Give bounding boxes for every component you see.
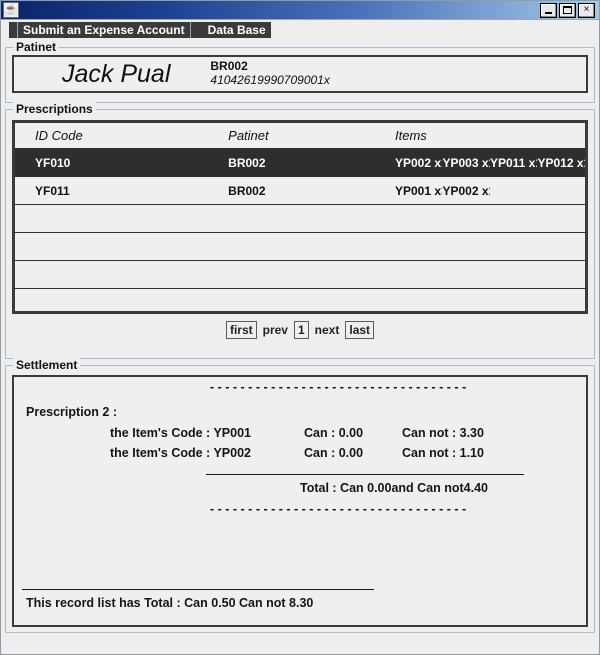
prescriptions-panel-title: Prescriptions <box>13 102 96 116</box>
item-code-label: the Item's Code : YP002 <box>110 446 251 460</box>
menu-item-submit-expense-account[interactable]: Submit an Expense Account <box>17 22 191 38</box>
cell-item: YP001 x3 <box>394 176 443 205</box>
prescriptions-table-frame: ID Code Patinet Items YF010 BR002 YP002 … <box>12 120 588 314</box>
cell-item <box>489 176 538 205</box>
table-row[interactable] <box>15 288 585 311</box>
pager-next-button[interactable]: next <box>314 322 341 338</box>
cell-item: YP002 x1 <box>394 148 443 177</box>
patient-identifiers: BR002 41042619990709001x <box>210 59 330 88</box>
menu-bar: Submit an Expense Account Data Base <box>1 20 599 41</box>
cell-patient: BR002 <box>228 148 395 177</box>
prescriptions-table: ID Code Patinet Items YF010 BR002 YP002 … <box>15 123 585 311</box>
table-row[interactable] <box>15 204 585 233</box>
column-header-items[interactable]: Items <box>394 123 585 149</box>
cell-patient: BR002 <box>228 176 395 205</box>
settlement-content: - - - - - - - - - - - - - - - - - - - - … <box>12 375 588 627</box>
cell-item: YP011 x1 <box>489 148 538 177</box>
column-header-patient[interactable]: Patinet <box>228 123 395 149</box>
record-total-divider <box>22 589 374 590</box>
patient-name: Jack Pual <box>62 59 171 88</box>
patient-panel-title: Patinet <box>13 40 60 54</box>
cell-item <box>537 176 585 205</box>
cell-item: YP003 x1 <box>442 148 490 177</box>
minimize-button[interactable] <box>540 2 557 18</box>
table-row[interactable]: YF010 BR002 YP002 x1 YP003 x1 YP011 x1 Y… <box>15 148 585 177</box>
column-header-id-code[interactable]: ID Code <box>15 123 229 149</box>
application-window: ☕ × Submit an Expense Account Data Base … <box>0 0 600 655</box>
table-header-row: ID Code Patinet Items <box>15 123 585 149</box>
patient-panel: Patinet Jack Pual BR002 4104261999070900… <box>5 40 595 103</box>
item-can-value: Can : 0.00 <box>304 446 364 460</box>
pager-last-button[interactable]: last <box>345 321 375 339</box>
table-row[interactable] <box>15 260 585 289</box>
table-row[interactable] <box>15 232 585 261</box>
window-controls: × <box>540 2 597 18</box>
patient-id-number: 41042619990709001x <box>210 73 330 87</box>
item-code-label: the Item's Code : YP001 <box>110 426 251 440</box>
menu-strip: Submit an Expense Account Data Base <box>9 22 271 38</box>
prescriptions-table-body: YF010 BR002 YP002 x1 YP003 x1 YP011 x1 Y… <box>15 148 585 311</box>
pagination-controls: first prev 1 next last <box>12 321 588 339</box>
item-can-not-value: Can not : 3.30 <box>402 426 484 440</box>
pager-prev-button[interactable]: prev <box>262 322 289 338</box>
prescription-total: Total : Can 0.00and Can not4.40 <box>300 481 489 495</box>
cell-item: YP012 x1 <box>537 148 585 177</box>
menu-separator <box>190 22 203 38</box>
settlement-panel-title: Settlement <box>13 358 81 372</box>
prescriptions-panel: Prescriptions ID Code Patinet Items YF01… <box>5 102 595 359</box>
patient-code: BR002 <box>210 59 248 74</box>
settlement-panel: Settlement - - - - - - - - - - - - - - -… <box>5 358 595 633</box>
record-list-total: This record list has Total : Can 0.50 Ca… <box>26 596 314 610</box>
item-can-not-value: Can not : 1.10 <box>402 446 484 460</box>
menu-item-data-base[interactable]: Data Base <box>203 22 271 38</box>
prescription-heading: Prescription 2 : <box>26 405 117 419</box>
close-icon: × <box>583 4 590 15</box>
item-can-value: Can : 0.00 <box>304 426 364 440</box>
cell-item: YP002 x1 <box>442 176 490 205</box>
total-divider <box>206 474 524 475</box>
cell-id-code: YF011 <box>15 176 229 205</box>
cell-id-code: YF010 <box>15 148 229 177</box>
title-bar: ☕ × <box>1 1 599 20</box>
java-coffee-cup-icon: ☕ <box>3 2 19 18</box>
patient-info-box: Jack Pual BR002 41042619990709001x <box>12 55 588 93</box>
maximize-button[interactable] <box>559 2 576 18</box>
pager-current-page[interactable]: 1 <box>293 321 309 339</box>
pager-first-button[interactable]: first <box>225 321 257 339</box>
settlement-top-divider: - - - - - - - - - - - - - - - - - - - - … <box>210 380 467 394</box>
settlement-bottom-divider: - - - - - - - - - - - - - - - - - - - - … <box>210 502 467 516</box>
table-row[interactable]: YF011 BR002 YP001 x3 YP002 x1 <box>15 176 585 205</box>
close-button[interactable]: × <box>578 2 595 18</box>
